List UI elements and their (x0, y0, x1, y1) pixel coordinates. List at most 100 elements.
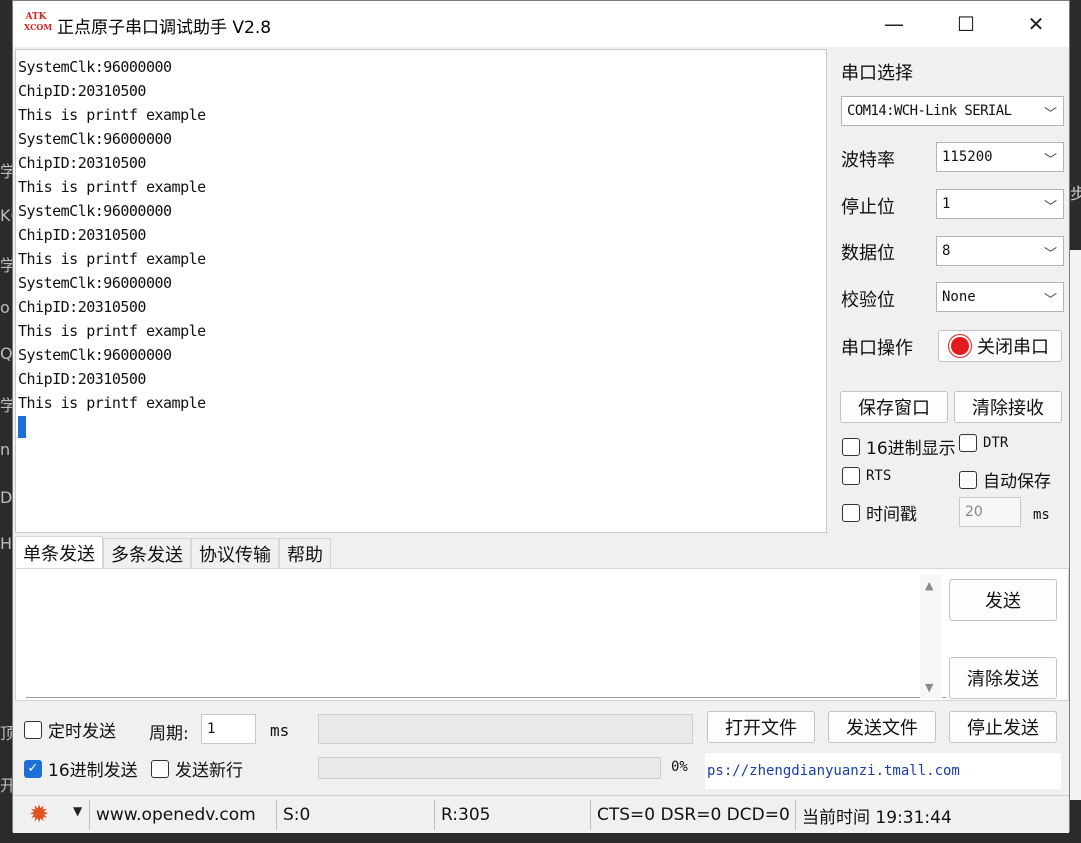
tab-help[interactable]: 帮助 (279, 538, 331, 568)
status-sent-count: S:0 (276, 800, 431, 830)
receive-line: This is printf example (18, 178, 206, 196)
receive-line: SystemClk:96000000 (18, 202, 172, 220)
checkbox-icon (959, 434, 977, 452)
data-bits-select[interactable]: 8 ﹀ (936, 236, 1064, 266)
tab-single-send[interactable]: 单条发送 (15, 536, 103, 568)
background-fragment: Q (0, 344, 13, 363)
advert-link[interactable]: ps://zhengdianyuanzi.tmall.com (705, 753, 1061, 789)
hex-send-checkbox[interactable]: ✓ 16进制发送 (24, 756, 138, 781)
dropdown-arrow-icon[interactable]: ▼ (73, 804, 82, 818)
dtr-checkbox[interactable]: DTR (959, 434, 1008, 452)
minimize-button[interactable]: — (859, 1, 929, 47)
send-textarea[interactable] (26, 575, 946, 698)
timestamp-ms-label: ms (1033, 507, 1050, 523)
timed-send-label: 定时发送 (48, 722, 116, 742)
hex-send-label: 16进制发送 (48, 761, 138, 781)
baud-rate-label: 波特率 (841, 150, 895, 171)
status-line-signals: CTS=0 DSR=0 DCD=0 (590, 800, 792, 830)
chevron-down-icon: ﹀ (1043, 107, 1057, 122)
send-newline-checkbox[interactable]: 发送新行 (151, 756, 243, 781)
parity-value: None (942, 289, 976, 305)
receive-textarea[interactable]: SystemClk:96000000 ChipID:20310500 This is… (15, 49, 827, 533)
clear-receive-button[interactable]: 清除接收 (954, 391, 1062, 423)
receive-line: SystemClk:96000000 (18, 130, 172, 148)
save-window-button[interactable]: 保存窗口 (840, 391, 948, 423)
open-file-button[interactable]: 打开文件 (707, 711, 815, 743)
send-progress-text: 0% (671, 759, 688, 775)
timestamp-label: 时间戳 (866, 505, 917, 525)
baud-rate-select[interactable]: 115200 ﹀ (936, 142, 1064, 172)
maximize-button[interactable]: ☐ (931, 1, 1001, 47)
background-fragment: 步 (1070, 184, 1081, 203)
background-fragment: n (0, 440, 11, 459)
checkbox-icon (151, 759, 169, 778)
timestamp-checkbox[interactable]: 时间戳 (842, 500, 917, 525)
send-newline-label: 发送新行 (175, 761, 243, 781)
checkbox-icon (959, 470, 977, 489)
data-bits-label: 数据位 (841, 243, 895, 264)
scroll-up-icon[interactable]: ▲ (925, 579, 933, 592)
parity-select[interactable]: None ﹀ (936, 282, 1064, 312)
cursor-line (18, 415, 826, 445)
receive-line: ChipID:20310500 (18, 82, 146, 100)
send-panel: ▲ ▼ (15, 568, 1069, 701)
clear-send-button[interactable]: 清除发送 (949, 657, 1057, 699)
period-input[interactable]: 1 (201, 714, 256, 744)
send-button[interactable]: 发送 (949, 579, 1057, 621)
receive-line: SystemClk:96000000 (18, 274, 172, 292)
timestamp-interval-input[interactable]: 20 (959, 497, 1021, 527)
checkbox-icon (842, 503, 860, 522)
status-website[interactable]: www.openedv.com (89, 800, 274, 830)
receive-line: This is printf example (18, 394, 206, 412)
send-progress-bar (318, 757, 661, 779)
serial-assistant-window: ATK XCOM 正点原子串口调试助手 V2.8 — ☐ ✕ SystemClk… (12, 0, 1070, 833)
status-bar: ✹ ▼ www.openedv.com S:0 R:305 CTS=0 DSR=… (13, 795, 1069, 833)
title-bar[interactable]: ATK XCOM 正点原子串口调试助手 V2.8 — ☐ ✕ (13, 1, 1069, 47)
stop-bits-select[interactable]: 1 ﹀ (936, 189, 1064, 219)
scroll-down-icon[interactable]: ▼ (925, 681, 933, 694)
close-button[interactable]: ✕ (1001, 1, 1071, 47)
tab-multi-send[interactable]: 多条发送 (103, 538, 191, 568)
checkbox-icon (842, 467, 860, 485)
file-path-field[interactable] (318, 714, 693, 744)
stop-bits-label: 停止位 (841, 197, 895, 218)
checkmark-icon: ✓ (24, 759, 42, 778)
hex-display-label: 16进制显示 (866, 439, 956, 459)
chevron-down-icon: ﹀ (1043, 153, 1057, 168)
tab-protocol[interactable]: 协议传输 (191, 538, 279, 568)
data-bits-value: 8 (942, 243, 951, 259)
close-port-label: 关闭串口 (977, 337, 1049, 358)
gear-icon[interactable]: ✹ (29, 800, 49, 828)
dtr-label: DTR (983, 435, 1009, 451)
background-fragment: H (0, 534, 13, 553)
receive-line: ChipID:20310500 (18, 298, 146, 316)
parity-label: 校验位 (841, 290, 895, 311)
timed-send-checkbox[interactable]: 定时发送 (24, 717, 116, 742)
send-file-button[interactable]: 发送文件 (828, 711, 936, 743)
port-select-value: COM14:WCH-Link SERIAL (847, 103, 1012, 119)
baud-rate-value: 115200 (942, 149, 993, 165)
stop-bits-value: 1 (942, 196, 951, 212)
receive-line: SystemClk:96000000 (18, 346, 172, 364)
rts-checkbox[interactable]: RTS (842, 467, 891, 485)
checkbox-icon (24, 720, 42, 739)
send-scrollbar[interactable]: ▲ ▼ (920, 575, 942, 698)
hex-display-checkbox[interactable]: 16进制显示 (842, 434, 956, 459)
receive-line: This is printf example (18, 106, 206, 124)
period-ms-label: ms (270, 721, 290, 740)
auto-save-label: 自动保存 (983, 472, 1051, 492)
red-indicator-icon (951, 337, 969, 355)
close-port-button[interactable]: 关闭串口 (938, 330, 1062, 362)
receive-line: ChipID:20310500 (18, 226, 146, 244)
receive-line: ChipID:20310500 (18, 154, 146, 172)
receive-line: ChipID:20310500 (18, 370, 146, 388)
stop-send-button[interactable]: 停止发送 (949, 711, 1057, 743)
rts-label: RTS (866, 468, 892, 484)
chevron-down-icon: ﹀ (1043, 247, 1057, 262)
app-logo-icon: ATK XCOM (24, 12, 53, 32)
auto-save-checkbox[interactable]: 自动保存 (959, 467, 1051, 492)
port-select-label: 串口选择 (841, 63, 913, 84)
port-select[interactable]: COM14:WCH-Link SERIAL ﹀ (841, 96, 1064, 126)
period-label: 周期: (149, 724, 189, 744)
send-tabs: 单条发送 多条发送 协议传输 帮助 (15, 536, 331, 568)
